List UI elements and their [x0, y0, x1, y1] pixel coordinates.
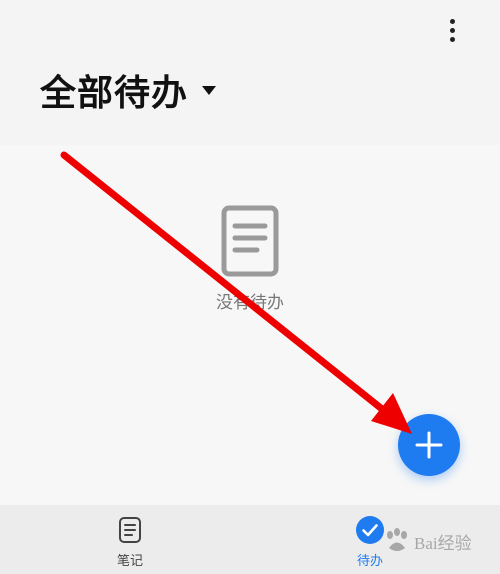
plus-icon [415, 431, 443, 459]
todo-filter-dropdown[interactable]: 全部待办 [40, 66, 217, 114]
tab-notes-label: 笔记 [116, 554, 143, 569]
add-todo-button[interactable] [398, 414, 460, 476]
check-circle-icon [356, 516, 384, 544]
more-vertical-icon [449, 18, 455, 24]
more-dot [449, 36, 455, 42]
empty-state-text: 没有待办 [216, 293, 284, 313]
more-dot [449, 27, 455, 33]
bottom-navigation: 笔记 待办 [0, 505, 500, 574]
top-bar: 全部待办 [0, 0, 500, 145]
tab-todos-label: 待办 [356, 554, 383, 569]
note-icon [116, 516, 144, 544]
tab-notes[interactable]: 笔记 [70, 505, 190, 574]
tab-todos[interactable]: 待办 [310, 505, 430, 574]
document-icon [221, 205, 279, 281]
more-options-button[interactable] [438, 12, 466, 48]
caret-down-icon [202, 85, 217, 95]
page-title: 全部待办 [40, 73, 189, 114]
